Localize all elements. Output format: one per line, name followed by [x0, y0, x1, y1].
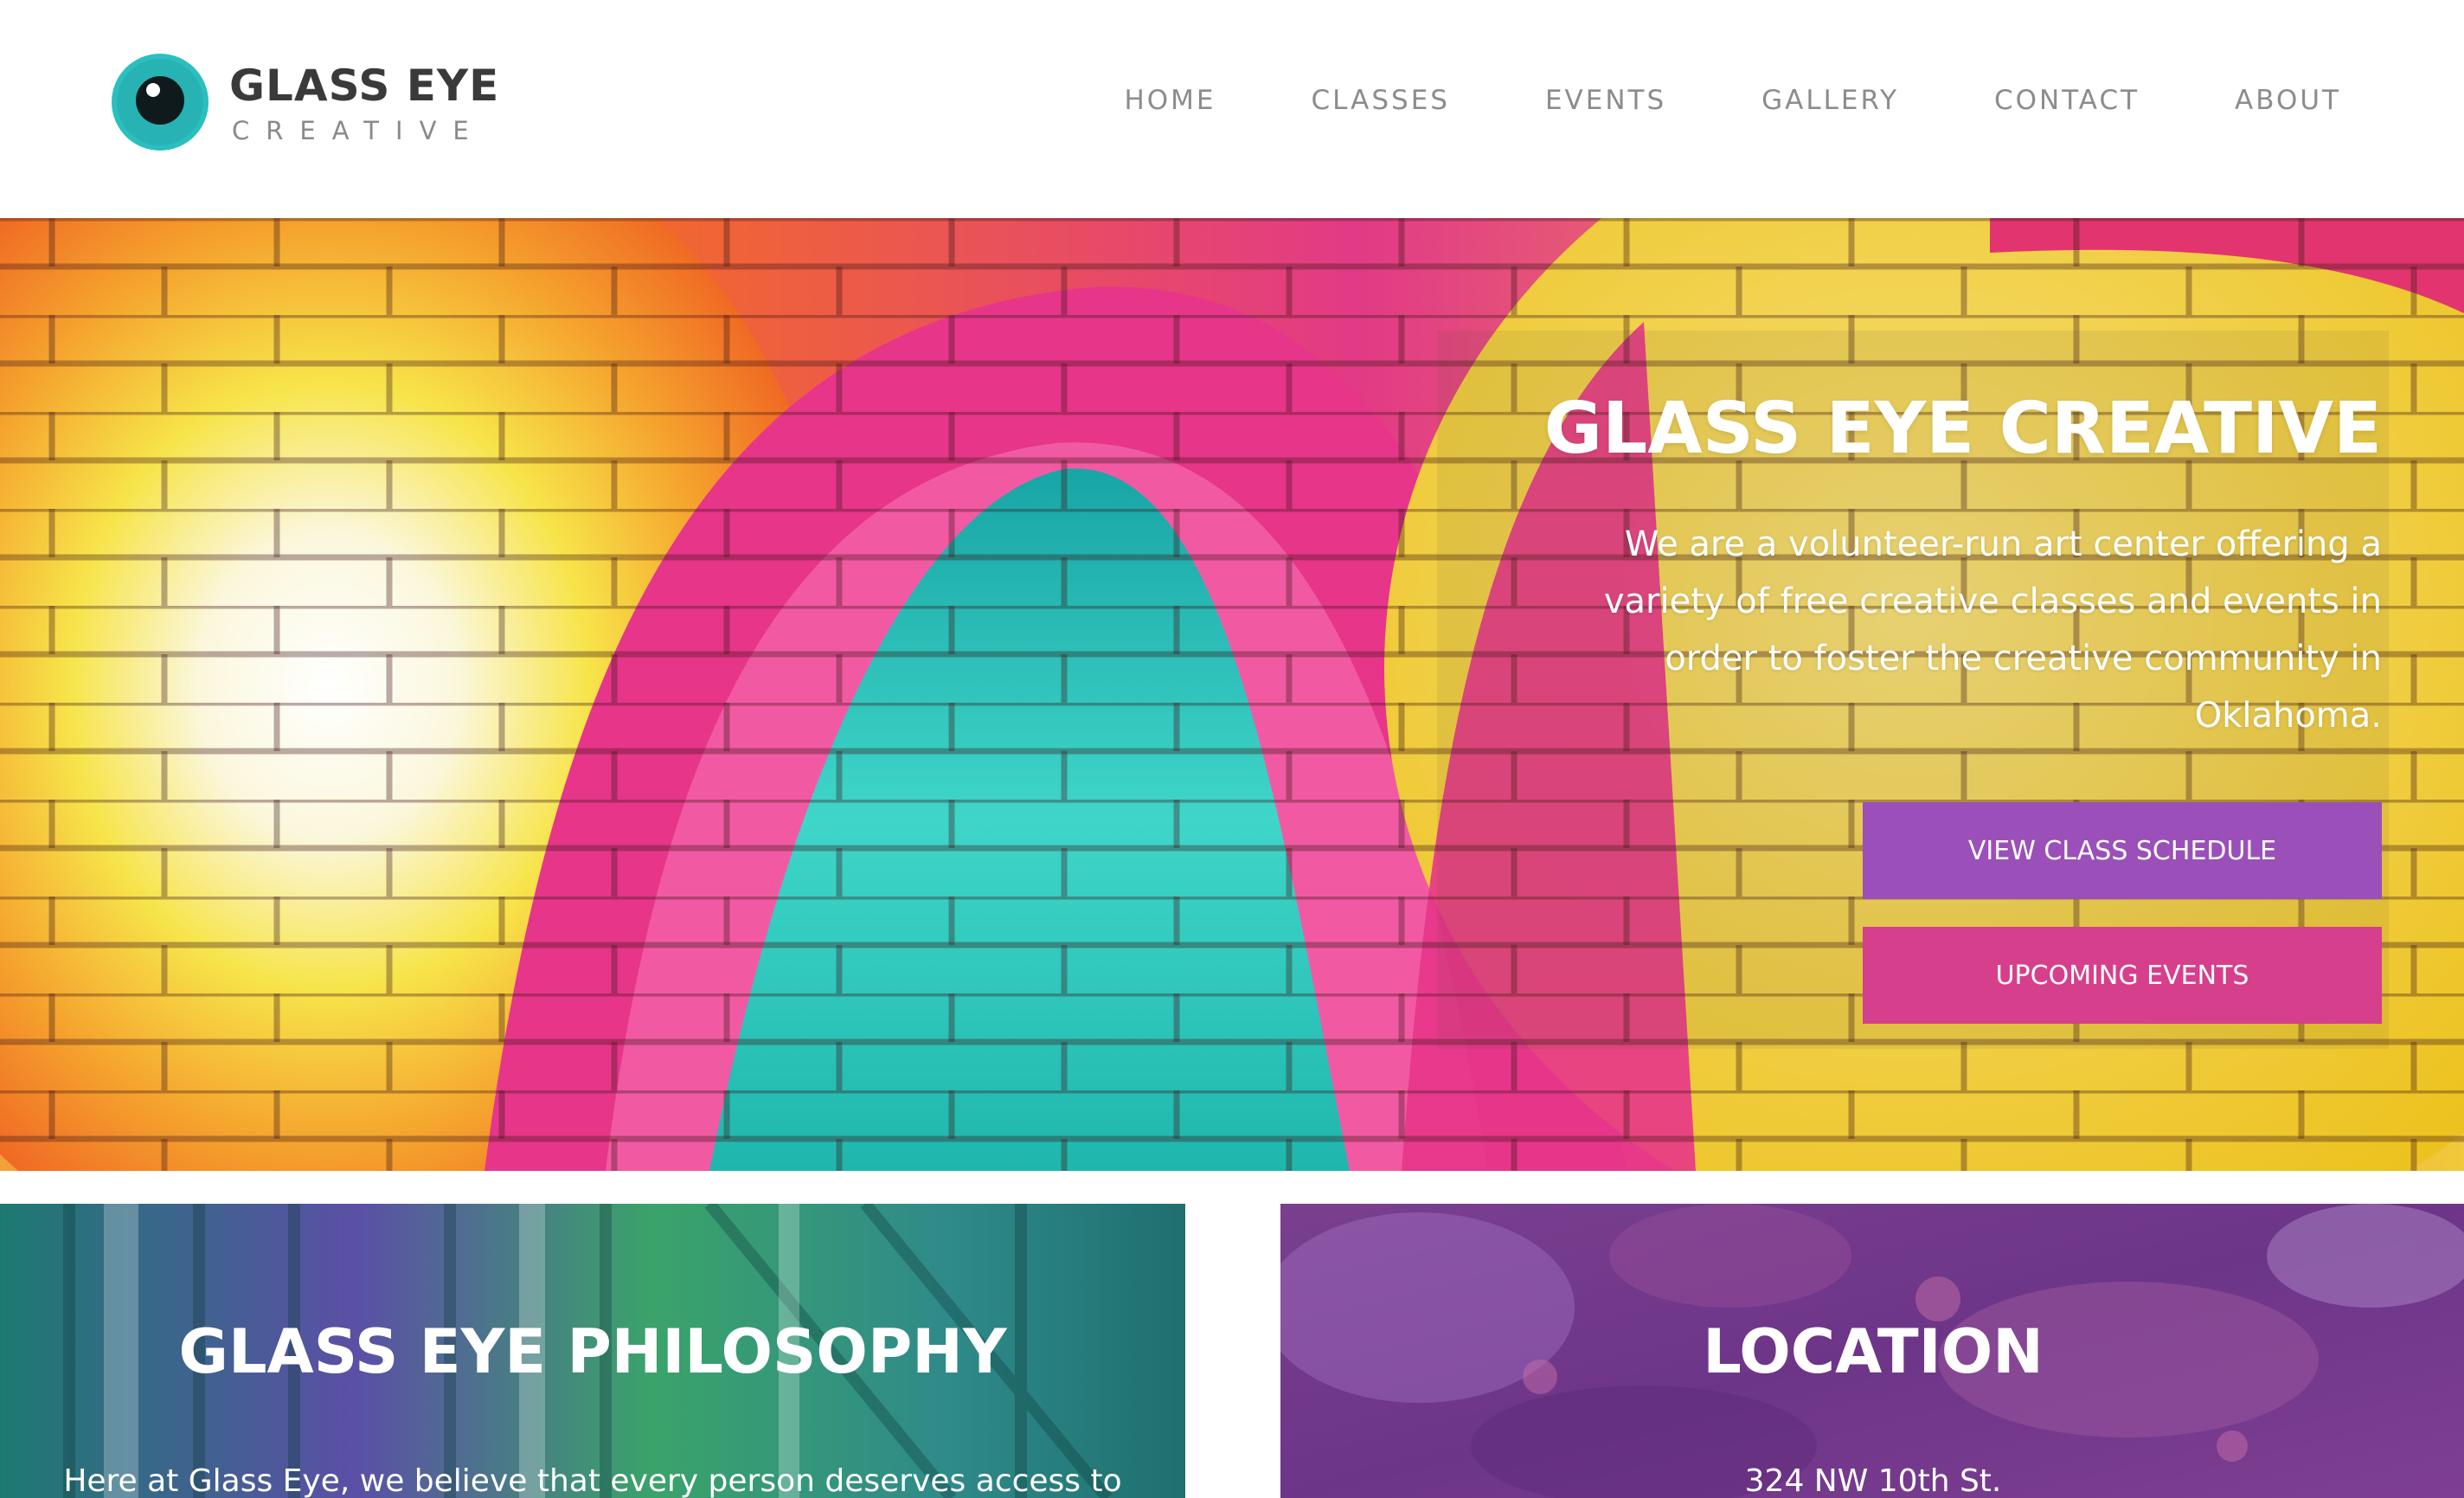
- page: GLASS EYE CREATIVE HOME CLASSES EVENTS G…: [0, 0, 2464, 1498]
- location-card: LOCATION 324 NW 10th St.: [1280, 1204, 2464, 1498]
- philosophy-title: GLASS EYE PHILOSOPHY: [178, 1316, 1007, 1387]
- logo-tagline: CREATIVE: [232, 116, 485, 145]
- main-nav: HOME CLASSES EVENTS GALLERY CONTACT ABOU…: [1124, 85, 2341, 116]
- eye-icon: [112, 54, 209, 151]
- philosophy-text: Here at Glass Eye, we believe that every…: [63, 1463, 1122, 1498]
- hero-section: GLASS EYE CREATIVE We are a volunteer-ru…: [0, 218, 2464, 1171]
- nav-contact[interactable]: CONTACT: [1994, 85, 2140, 116]
- logo-title: GLASS EYE: [229, 61, 500, 111]
- philosophy-card: GLASS EYE PHILOSOPHY Here at Glass Eye, …: [0, 1204, 1185, 1498]
- nav-events[interactable]: EVENTS: [1545, 85, 1666, 116]
- nav-about[interactable]: ABOUT: [2235, 85, 2341, 116]
- upcoming-events-button[interactable]: UPCOMING EVENTS: [1863, 927, 2382, 1024]
- location-address: 324 NW 10th St.: [1744, 1463, 2002, 1498]
- site-header: GLASS EYE CREATIVE HOME CLASSES EVENTS G…: [0, 0, 2464, 218]
- hero-title: GLASS EYE CREATIVE: [1543, 388, 2382, 470]
- hero-description: We are a volunteer-run art center offeri…: [1603, 524, 2382, 736]
- site-logo[interactable]: GLASS EYE CREATIVE: [110, 50, 498, 154]
- nav-classes[interactable]: CLASSES: [1312, 85, 1450, 116]
- nav-home[interactable]: HOME: [1124, 85, 1216, 116]
- location-title: LOCATION: [1703, 1316, 2044, 1387]
- nav-gallery[interactable]: GALLERY: [1761, 85, 1899, 116]
- view-class-schedule-button[interactable]: VIEW CLASS SCHEDULE: [1863, 802, 2382, 899]
